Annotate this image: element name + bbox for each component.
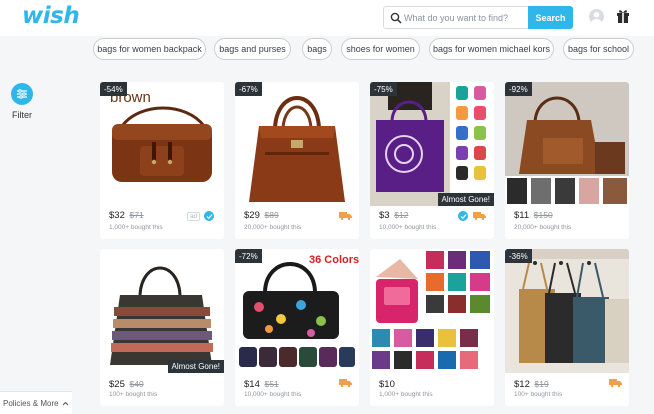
price: $11 $150	[514, 210, 553, 221]
old-price: $40	[129, 379, 144, 389]
bought-count: 20,000+ bought this	[514, 224, 572, 231]
product-image-brown-leather-tote	[235, 82, 359, 206]
discount-badge: -54%	[100, 82, 127, 96]
current-price: $11	[514, 210, 530, 221]
image-caption-36-colors: 36 Colors	[309, 254, 359, 266]
product-card-6[interactable]: 36 Colors -72% $14 $51 10,000+ bought th…	[235, 249, 359, 406]
chip-bags-for-women-backpack[interactable]: bags for women backpack	[93, 38, 206, 60]
product-card-7[interactable]: $10 1,000+ bought this	[370, 249, 494, 406]
chip-bags-for-women-michael-kors[interactable]: bags for women michael kors	[429, 38, 554, 60]
bought-count: 1,000+ bought this	[109, 224, 163, 231]
discount-badge: -36%	[505, 249, 532, 263]
user-silhouette-icon	[591, 12, 602, 24]
bought-count: 10,000+ bought this	[379, 224, 437, 231]
bought-count: 100+ bought this	[109, 391, 158, 398]
product-image-tote-bag-set	[505, 82, 629, 206]
chip-shoes-for-women[interactable]: shoes for women	[341, 38, 420, 60]
shipping-truck-icon	[609, 379, 622, 387]
old-price: $89	[264, 210, 279, 220]
current-price: $32	[109, 210, 125, 221]
shipping-truck-icon	[339, 379, 352, 387]
price: $32 $71	[109, 210, 144, 221]
current-price: $14	[244, 379, 260, 390]
sliders-icon	[17, 89, 27, 99]
price: $25 $40	[109, 379, 144, 390]
product-card-3[interactable]: -75% Almost Gone! $3 $12 10,000+ bought …	[370, 82, 494, 239]
price: $10	[379, 379, 395, 390]
search-input[interactable]	[404, 7, 528, 28]
filter-button[interactable]	[11, 83, 33, 105]
discount-badge: -92%	[505, 82, 532, 96]
old-price: $51	[264, 379, 279, 389]
old-price: $150	[533, 210, 553, 220]
bought-count: 20,000+ bought this	[244, 224, 302, 231]
discount-badge: -72%	[235, 249, 262, 263]
policies-link[interactable]: Policies & More	[0, 391, 72, 414]
discount-badge: -75%	[370, 82, 397, 96]
current-price: $3	[379, 210, 390, 221]
wish-logo[interactable]: wish	[22, 3, 80, 29]
current-price: $12	[514, 379, 530, 390]
product-image-foldable-shopping-bags	[370, 82, 494, 206]
chevron-up-icon	[62, 401, 68, 405]
gift-icon[interactable]	[616, 8, 630, 24]
product-card-1[interactable]: brown -54% $32 $71 ad 1,000+ bought this	[100, 82, 224, 239]
almost-gone-badge: Almost Gone!	[437, 193, 494, 206]
product-image-brown-shoulder-bag: brown	[100, 82, 224, 206]
policies-label: Policies & More	[3, 398, 59, 408]
price: $12 $19	[514, 379, 549, 390]
discount-badge: -67%	[235, 82, 262, 96]
old-price: $19	[534, 379, 549, 389]
bought-count: 1,000+ bought this	[379, 391, 433, 398]
verified-check-icon	[458, 211, 468, 221]
avatar-icon[interactable]	[589, 9, 604, 24]
product-card-8[interactable]: -36% $12 $19 100+ bought this	[505, 249, 629, 406]
price: $14 $51	[244, 379, 279, 390]
filter-label[interactable]: Filter	[12, 110, 32, 120]
current-price: $29	[244, 210, 260, 221]
search-button[interactable]: Search	[528, 6, 573, 29]
price: $29 $89	[244, 210, 279, 221]
product-image-floral-multi-pocket-bag: 36 Colors	[235, 249, 359, 373]
chip-bags-for-school[interactable]: bags for school	[563, 38, 634, 60]
old-price: $71	[129, 210, 144, 220]
chip-bags-and-purses[interactable]: bags and purses	[214, 38, 291, 60]
verified-check-icon	[204, 211, 214, 221]
chip-bags[interactable]: bags	[302, 38, 332, 60]
product-image-crossbody-phone-bag	[370, 249, 494, 373]
product-image-striped-canvas-bag	[100, 249, 224, 373]
shipping-truck-icon	[339, 212, 352, 220]
product-card-5[interactable]: Almost Gone! $25 $40 100+ bought this	[100, 249, 224, 406]
top-bar: wish Search	[0, 0, 654, 36]
current-price: $25	[109, 379, 125, 390]
product-image-canvas-totes-hanging	[505, 249, 629, 373]
bought-count: 100+ bought this	[514, 391, 563, 398]
product-card-2[interactable]: -67% $29 $89 20,000+ bought this	[235, 82, 359, 239]
price: $3 $12	[379, 210, 408, 221]
bought-count: 10,000+ bought this	[244, 391, 302, 398]
search-icon	[390, 12, 402, 24]
almost-gone-badge: Almost Gone!	[167, 360, 224, 373]
old-price: $12	[394, 210, 409, 220]
product-card-4[interactable]: -92% $11 $150 20,000+ bought this	[505, 82, 629, 239]
ad-label: ad	[187, 212, 201, 221]
shipping-truck-icon	[473, 212, 486, 220]
current-price: $10	[379, 379, 395, 390]
